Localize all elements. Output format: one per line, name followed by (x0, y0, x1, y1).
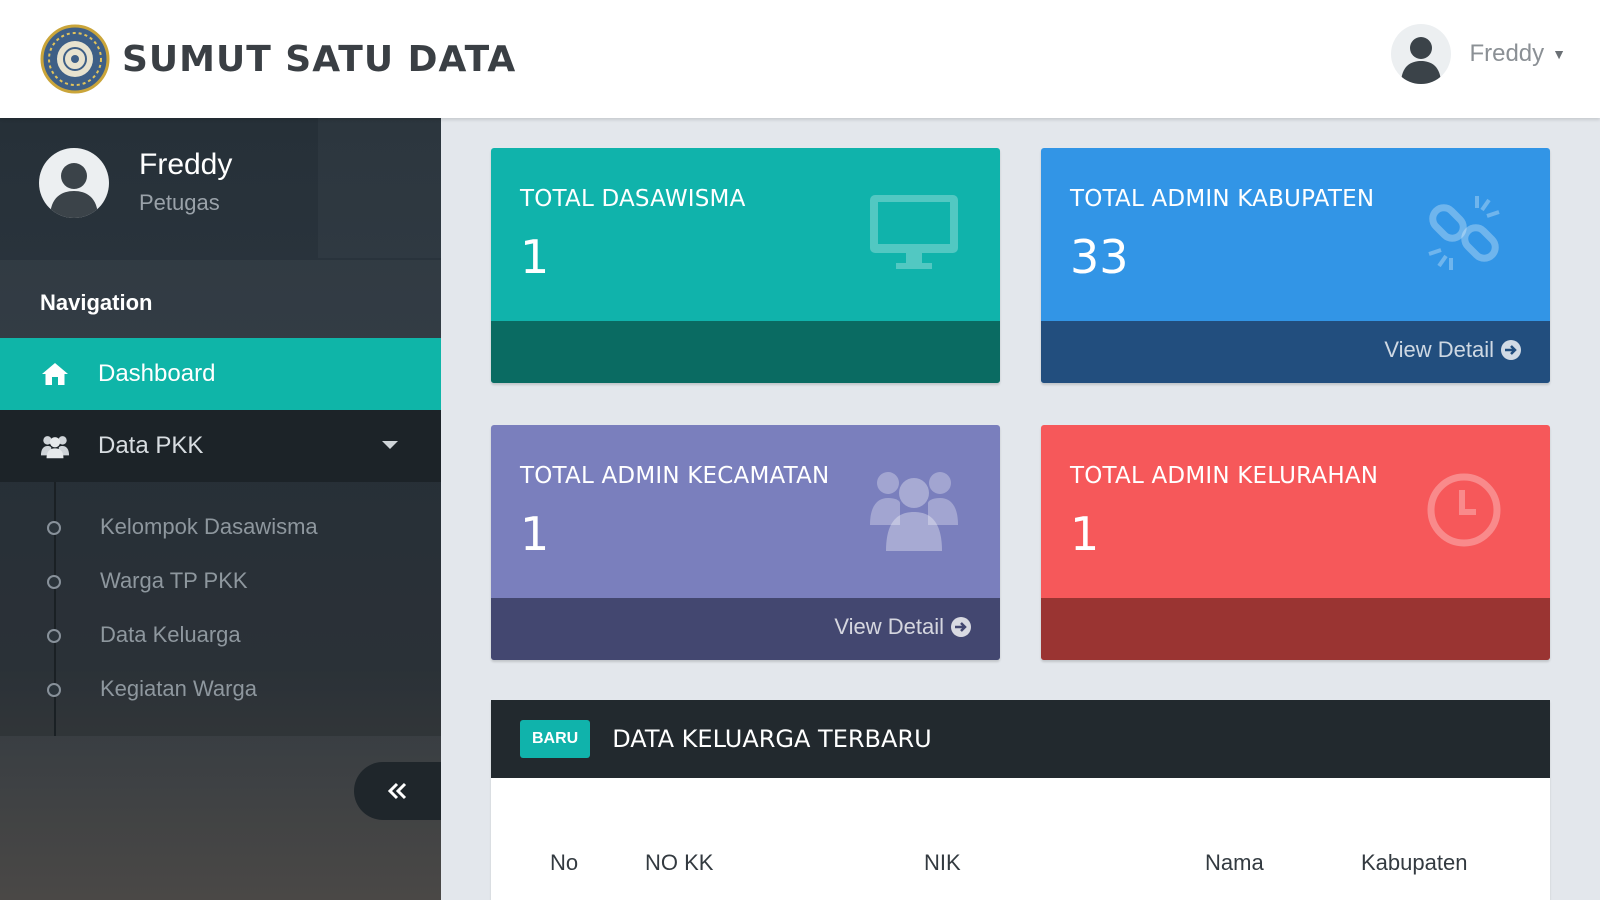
user-name: Freddy (1469, 40, 1545, 67)
sidebar-item-label: Dashboard (98, 360, 216, 387)
clock-icon (1414, 465, 1514, 555)
stat-card-dasawisma: TOTAL DASAWISMA 1 (491, 148, 1000, 383)
card-title: TOTAL ADMIN KELURAHAN (1070, 463, 1379, 489)
latest-families-panel: BARU DATA KELUARGA TERBARU No NO KK NIK … (491, 700, 1550, 900)
card-value: 1 (520, 230, 550, 284)
brand-title: SUMUT SATU DATA (122, 38, 517, 80)
sidebar-collapse-button[interactable] (354, 762, 441, 820)
sidebar: Freddy Petugas Navigation Dashboard Data… (0, 118, 441, 900)
arrow-circle-right-icon (951, 617, 971, 637)
double-chevron-left-icon (387, 782, 406, 800)
stat-card-admin-kelurahan: TOTAL ADMIN KELURAHAN 1 (1041, 425, 1550, 660)
user-silhouette-icon (50, 163, 98, 218)
new-badge: BARU (520, 720, 591, 758)
card-value: 1 (1070, 507, 1100, 561)
submenu-data-pkk: Kelompok Dasawisma Warga TP PKK Data Kel… (0, 482, 441, 736)
user-avatar (1391, 24, 1452, 84)
brand[interactable]: SUMUT SATU DATA (40, 24, 516, 94)
sidebar-subitem-data-keluarga[interactable]: Data Keluarga (0, 616, 441, 656)
circle-bullet-icon (47, 629, 61, 643)
view-detail-label: View Detail (834, 614, 944, 639)
sidebar-subitem-kelompok-dasawisma[interactable]: Kelompok Dasawisma (0, 508, 441, 548)
logo-emblem-icon (40, 24, 110, 94)
sidebar-profile: Freddy Petugas (0, 118, 441, 260)
sidebar-item-data-pkk[interactable]: Data PKK (0, 410, 441, 482)
monitor-icon (864, 188, 964, 278)
user-menu[interactable]: Freddy ▼ (1391, 24, 1566, 84)
card-footer (491, 321, 1000, 383)
chevron-down-icon: ▼ (1552, 46, 1566, 62)
card-title: TOTAL ADMIN KABUPATEN (1070, 186, 1375, 212)
stat-card-admin-kecamatan: TOTAL ADMIN KECAMATAN 1 View Detail (491, 425, 1000, 660)
profile-avatar (39, 148, 109, 218)
circle-bullet-icon (47, 575, 61, 589)
card-title: TOTAL ADMIN KECAMATAN (520, 463, 830, 489)
arrow-circle-right-icon (1501, 340, 1521, 360)
column-header-kabupaten[interactable]: Kabupaten (1361, 850, 1467, 876)
stat-card-admin-kabupaten: TOTAL ADMIN KABUPATEN 33 View Detail (1041, 148, 1550, 383)
group-icon (864, 465, 964, 555)
card-footer (1041, 598, 1550, 660)
subitem-label: Kegiatan Warga (100, 676, 257, 701)
view-detail-label: View Detail (1384, 337, 1494, 362)
card-value: 1 (520, 507, 550, 561)
sidebar-subitem-warga-tp-pkk[interactable]: Warga TP PKK (0, 562, 441, 602)
column-header-nik[interactable]: NIK (924, 850, 961, 876)
subitem-label: Warga TP PKK (100, 568, 248, 593)
card-footer: View Detail (491, 598, 1000, 660)
sidebar-item-dashboard[interactable]: Dashboard (0, 338, 441, 410)
home-icon (40, 360, 70, 388)
column-header-no[interactable]: No (550, 850, 578, 876)
circle-bullet-icon (47, 521, 61, 535)
subitem-label: Kelompok Dasawisma (100, 514, 318, 539)
nav-header: Navigation (0, 260, 441, 338)
caret-down-icon (382, 441, 398, 449)
view-detail-link[interactable]: View Detail (834, 614, 972, 640)
profile-name: Freddy (139, 148, 233, 181)
card-value: 33 (1070, 230, 1129, 284)
sidebar-item-label: Data PKK (98, 432, 204, 459)
column-header-no-kk[interactable]: NO KK (645, 850, 713, 876)
profile-role: Petugas (139, 190, 220, 215)
panel-title: DATA KELUARGA TERBARU (612, 725, 932, 753)
card-title: TOTAL DASAWISMA (520, 186, 746, 212)
subitem-label: Data Keluarga (100, 622, 241, 647)
top-header: SUMUT SATU DATA Freddy ▼ (0, 0, 1600, 118)
column-header-nama[interactable]: Nama (1205, 850, 1264, 876)
users-icon (40, 432, 70, 460)
user-silhouette-icon (1401, 37, 1442, 84)
circle-bullet-icon (47, 683, 61, 697)
card-footer: View Detail (1041, 321, 1550, 383)
link-broken-icon (1414, 188, 1514, 278)
panel-header: BARU DATA KELUARGA TERBARU (491, 700, 1550, 778)
sidebar-subitem-kegiatan-warga[interactable]: Kegiatan Warga (0, 670, 441, 710)
view-detail-link[interactable]: View Detail (1384, 337, 1522, 363)
